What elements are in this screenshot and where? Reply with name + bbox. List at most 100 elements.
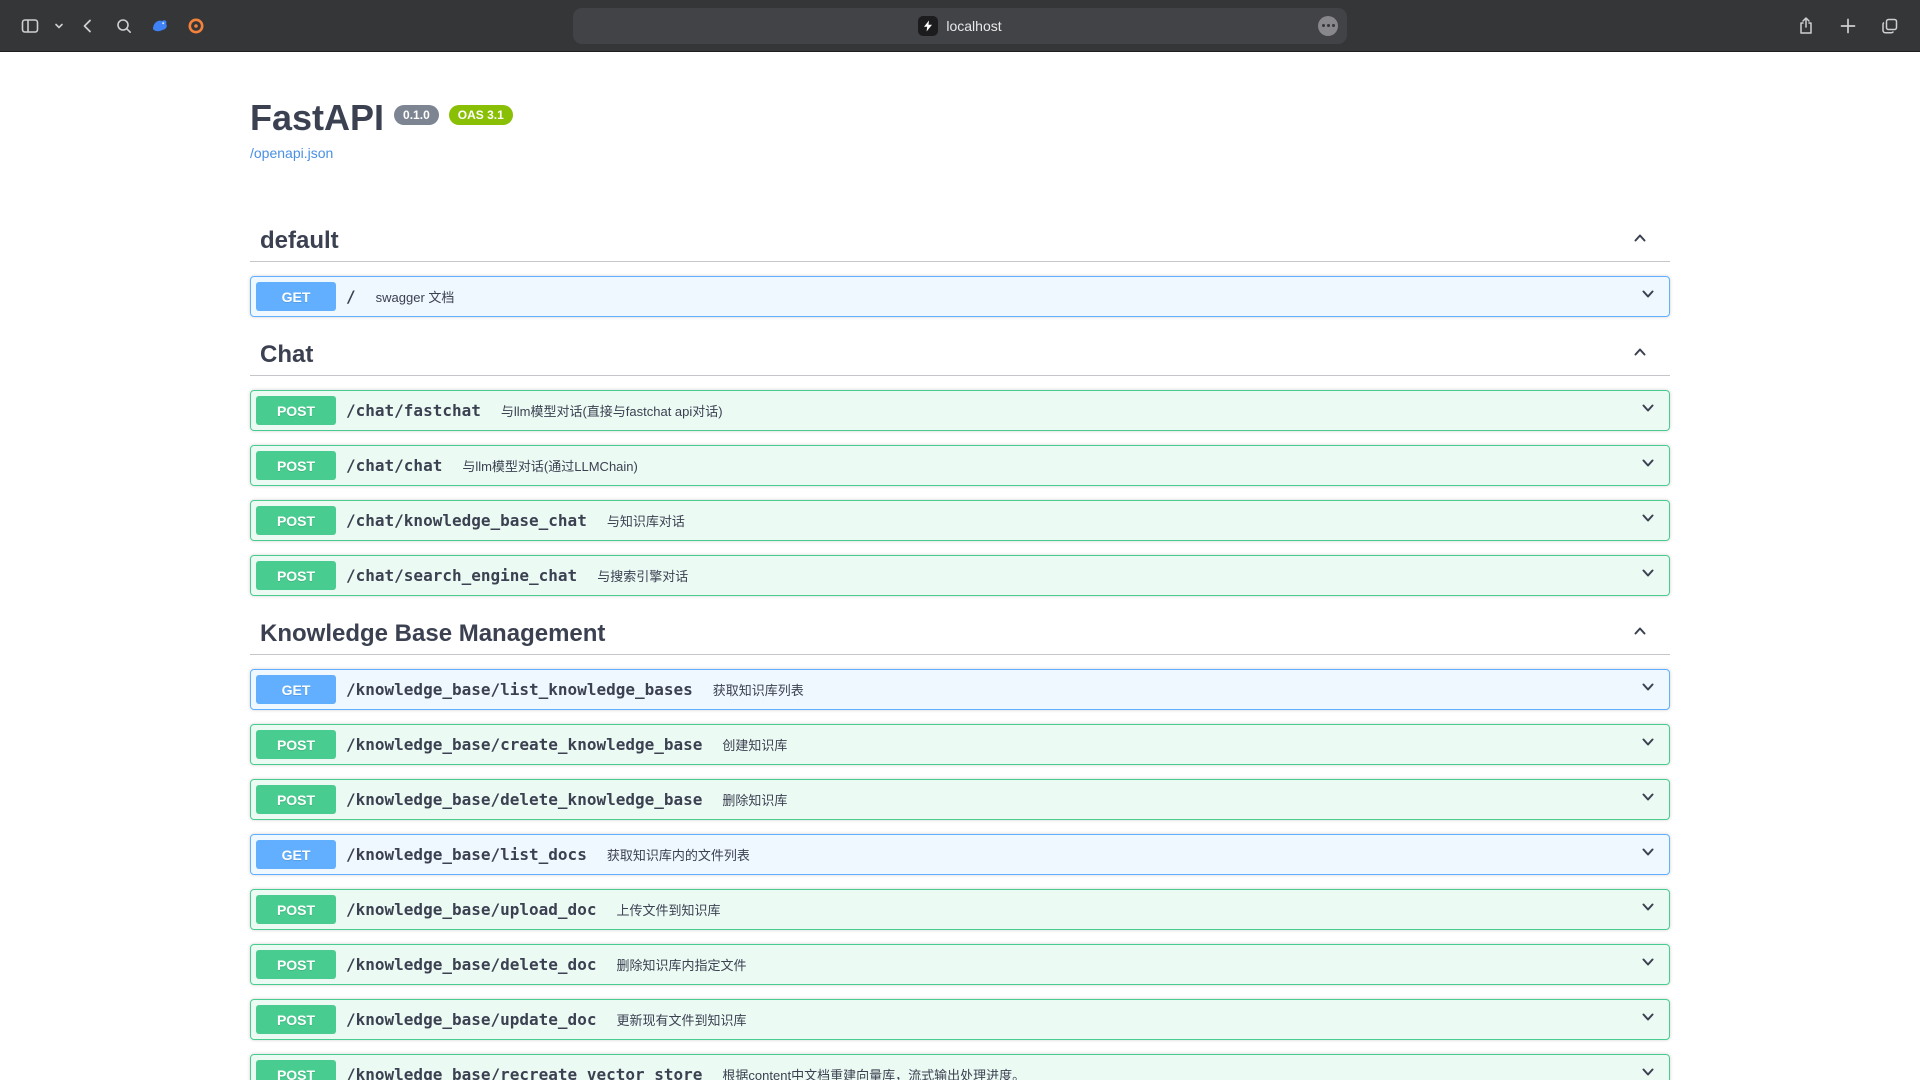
- method-badge: POST: [256, 895, 336, 924]
- operation-row[interactable]: POST /chat/search_engine_chat 与搜索引擎对话: [250, 555, 1670, 596]
- chevron-down-icon[interactable]: [1638, 897, 1658, 922]
- blue-bird-extension-icon: [150, 16, 170, 36]
- method-badge: POST: [256, 950, 336, 979]
- share-icon: [1796, 16, 1816, 36]
- api-section: Chat POST /chat/fastchat 与llm模型对话(直接与fas…: [250, 331, 1670, 596]
- chevron-down-icon[interactable]: [1638, 677, 1658, 702]
- chevron-down-icon[interactable]: [1638, 842, 1658, 867]
- section-operations: POST /chat/fastchat 与llm模型对话(直接与fastchat…: [250, 390, 1670, 596]
- chevron-down-icon[interactable]: [1638, 508, 1658, 533]
- operation-path: /: [336, 287, 366, 306]
- operation-path: /knowledge_base/update_doc: [336, 1010, 606, 1029]
- method-badge: POST: [256, 1005, 336, 1034]
- sidebar-icon: [20, 16, 40, 36]
- method-badge: POST: [256, 730, 336, 759]
- operation-row[interactable]: GET /knowledge_base/list_docs 获取知识库内的文件列…: [250, 834, 1670, 875]
- api-title-text: FastAPI: [250, 96, 384, 139]
- section-header[interactable]: Chat: [250, 331, 1670, 376]
- method-badge: POST: [256, 451, 336, 480]
- operation-path: /knowledge_base/delete_doc: [336, 955, 606, 974]
- operation-row[interactable]: POST /knowledge_base/delete_doc 删除知识库内指定…: [250, 944, 1670, 985]
- operation-row[interactable]: POST /knowledge_base/create_knowledge_ba…: [250, 724, 1670, 765]
- chevron-down-icon[interactable]: [1638, 284, 1658, 309]
- chevron-down-icon[interactable]: [1638, 563, 1658, 588]
- address-text: localhost: [946, 18, 1001, 34]
- new-tab-button[interactable]: [1832, 10, 1864, 42]
- chevron-up-icon[interactable]: [1630, 227, 1650, 255]
- section-title: Chat: [260, 341, 1630, 369]
- operation-path: /chat/chat: [336, 456, 452, 475]
- browser-toolbar: localhost: [0, 0, 1920, 52]
- back-button[interactable]: [72, 10, 104, 42]
- swagger-page: FastAPI 0.1.0 OAS 3.1 /openapi.json defa…: [0, 52, 1920, 1080]
- oas-badge: OAS 3.1: [449, 105, 513, 125]
- section-title: default: [260, 227, 1630, 255]
- chevron-up-icon[interactable]: [1630, 341, 1650, 369]
- tab-overview-icon: [1880, 16, 1900, 36]
- chevron-down-icon[interactable]: [1638, 398, 1658, 423]
- section-header[interactable]: Knowledge Base Management: [250, 610, 1670, 655]
- section-title: Knowledge Base Management: [260, 620, 1630, 648]
- search-button[interactable]: [108, 10, 140, 42]
- operation-row[interactable]: GET / swagger 文档: [250, 276, 1670, 317]
- section-operations: GET / swagger 文档: [250, 276, 1670, 317]
- chevron-down-icon[interactable]: [1638, 732, 1658, 757]
- api-sections: default GET / swagger 文档 Chat: [250, 217, 1670, 1080]
- operation-description: 与搜索引擎对话: [587, 566, 1638, 585]
- version-badge: 0.1.0: [394, 105, 439, 125]
- extension-orange-button[interactable]: [180, 10, 212, 42]
- api-section: default GET / swagger 文档: [250, 217, 1670, 317]
- back-chevron-icon: [78, 16, 98, 36]
- operation-path: /knowledge_base/delete_knowledge_base: [336, 790, 712, 809]
- page-menu-icon[interactable]: [1318, 16, 1338, 36]
- method-badge: POST: [256, 785, 336, 814]
- operation-path: /knowledge_base/recreate_vector_store: [336, 1065, 712, 1080]
- tab-overview-button[interactable]: [1874, 10, 1906, 42]
- method-badge: GET: [256, 282, 336, 311]
- operation-row[interactable]: POST /chat/knowledge_base_chat 与知识库对话: [250, 500, 1670, 541]
- operation-description: 创建知识库: [712, 735, 1638, 754]
- chevron-down-icon[interactable]: [1638, 453, 1658, 478]
- operation-row[interactable]: POST /knowledge_base/delete_knowledge_ba…: [250, 779, 1670, 820]
- operation-row[interactable]: POST /chat/chat 与llm模型对话(通过LLMChain): [250, 445, 1670, 486]
- method-badge: GET: [256, 675, 336, 704]
- plus-icon: [1838, 16, 1858, 36]
- operation-description: swagger 文档: [366, 287, 1638, 306]
- operation-path: /knowledge_base/list_docs: [336, 845, 597, 864]
- method-badge: GET: [256, 840, 336, 869]
- search-icon: [114, 16, 134, 36]
- chevron-down-icon[interactable]: [1638, 1007, 1658, 1032]
- operation-description: 获取知识库内的文件列表: [597, 845, 1638, 864]
- method-badge: POST: [256, 506, 336, 535]
- api-section: Knowledge Base Management GET /knowledge…: [250, 610, 1670, 1080]
- address-bar[interactable]: localhost: [573, 8, 1347, 44]
- operation-row[interactable]: POST /knowledge_base/update_doc 更新现有文件到知…: [250, 999, 1670, 1040]
- operation-row[interactable]: GET /knowledge_base/list_knowledge_bases…: [250, 669, 1670, 710]
- operation-description: 与llm模型对话(直接与fastchat api对话): [491, 401, 1638, 420]
- operation-path: /chat/knowledge_base_chat: [336, 511, 597, 530]
- operation-description: 上传文件到知识库: [606, 900, 1638, 919]
- section-header[interactable]: default: [250, 217, 1670, 262]
- chevron-down-icon[interactable]: [1638, 787, 1658, 812]
- method-badge: POST: [256, 561, 336, 590]
- operation-description: 与llm模型对话(通过LLMChain): [452, 456, 1638, 475]
- chevron-up-icon[interactable]: [1630, 620, 1650, 648]
- chevron-down-icon[interactable]: [1638, 1062, 1658, 1080]
- extension-blue-button[interactable]: [144, 10, 176, 42]
- operation-path: /knowledge_base/upload_doc: [336, 900, 606, 919]
- method-badge: POST: [256, 396, 336, 425]
- operation-description: 获取知识库列表: [703, 680, 1638, 699]
- openapi-spec-link[interactable]: /openapi.json: [250, 145, 333, 161]
- operation-row[interactable]: POST /knowledge_base/upload_doc 上传文件到知识库: [250, 889, 1670, 930]
- method-badge: POST: [256, 1060, 336, 1080]
- api-title: FastAPI 0.1.0 OAS 3.1: [250, 96, 1670, 139]
- operation-row[interactable]: POST /chat/fastchat 与llm模型对话(直接与fastchat…: [250, 390, 1670, 431]
- operation-path: /knowledge_base/list_knowledge_bases: [336, 680, 703, 699]
- api-info: FastAPI 0.1.0 OAS 3.1 /openapi.json: [250, 52, 1670, 163]
- share-button[interactable]: [1790, 10, 1822, 42]
- sidebar-toggle-button[interactable]: [14, 10, 46, 42]
- site-favicon-icon: [918, 16, 938, 36]
- operation-row[interactable]: POST /knowledge_base/recreate_vector_sto…: [250, 1054, 1670, 1080]
- sidebar-chevron-button[interactable]: [50, 10, 68, 42]
- chevron-down-icon[interactable]: [1638, 952, 1658, 977]
